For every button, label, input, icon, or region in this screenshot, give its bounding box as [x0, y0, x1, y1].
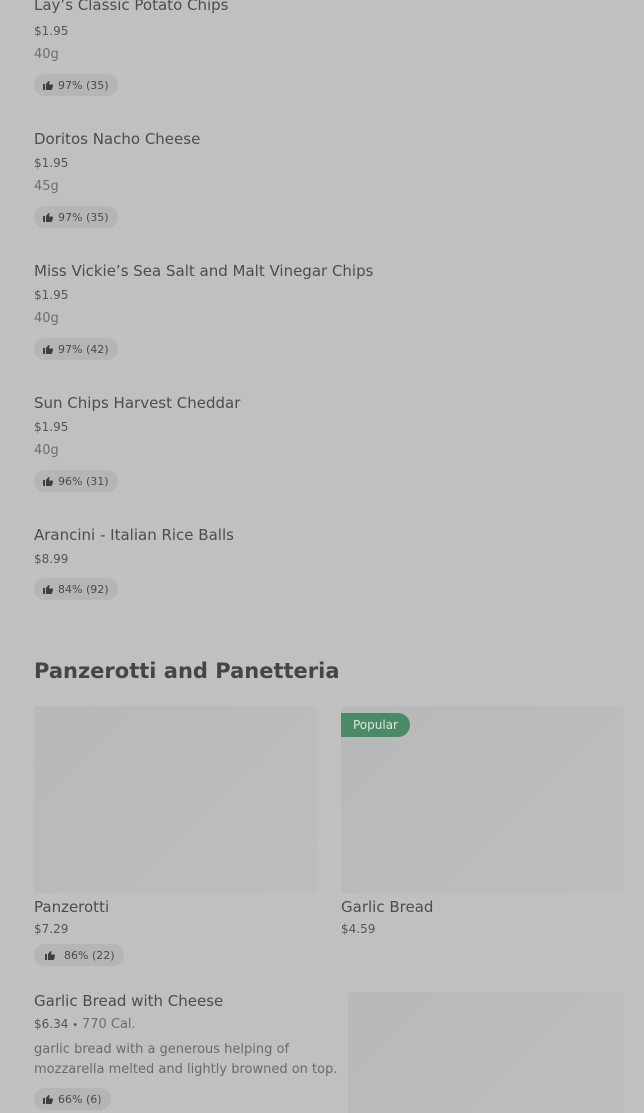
popular-badge: Popular: [341, 713, 410, 737]
rating-text: 66% (6): [58, 1092, 102, 1106]
item-price: $1.95: [34, 288, 69, 302]
rating-badge: 86% (22): [34, 944, 124, 966]
thumbs-up-icon: [43, 1095, 54, 1104]
item-name[interactable]: Arancini - Italian Rice Balls: [34, 526, 234, 544]
item-price: $1.95: [34, 156, 69, 170]
item-name[interactable]: Doritos Nacho Cheese: [34, 130, 200, 148]
thumbs-up-icon: [45, 951, 56, 960]
item-price: $1.95: [34, 420, 69, 434]
card-price: $4.59: [341, 922, 376, 936]
rating-badge: 97% (42): [34, 338, 118, 360]
rating-text: 97% (42): [58, 342, 109, 356]
item-name[interactable]: Miss Vickie’s Sea Salt and Malt Vinegar …: [34, 262, 373, 280]
item-price: $6.34: [34, 1017, 69, 1031]
item-weight: 40g: [34, 47, 59, 62]
item-weight: 40g: [34, 443, 59, 458]
rating-badge: 97% (35): [34, 206, 118, 228]
item-weight: 45g: [34, 179, 59, 194]
thumbs-up-icon: [43, 213, 54, 222]
rating-text: 97% (35): [58, 78, 109, 92]
item-weight: 40g: [34, 311, 59, 326]
card-name[interactable]: Garlic Bread: [341, 898, 433, 916]
section-title: Panzerotti and Panetteria: [34, 659, 340, 683]
item-description: garlic bread with a generous helping of …: [34, 1040, 338, 1080]
rating-text: 86% (22): [64, 948, 115, 962]
item-calories: 770 Cal.: [81, 1017, 136, 1032]
card-price: $7.29: [34, 922, 69, 936]
menu-item[interactable]: Lay’s Classic Potato Chips: [34, 0, 229, 14]
rating-text: 97% (35): [58, 210, 109, 224]
rating-badge: 66% (6): [34, 1088, 111, 1110]
card-image[interactable]: [34, 706, 317, 893]
rating-text: 96% (31): [58, 474, 109, 488]
rating-badge: 84% (92): [34, 578, 118, 600]
description-line: mozzarella melted and lightly browned on…: [34, 1062, 338, 1077]
item-name[interactable]: Garlic Bread with Cheese: [34, 992, 223, 1010]
price-calories: $6.34 • 770 Cal.: [34, 1017, 136, 1032]
item-name[interactable]: Sun Chips Harvest Cheddar: [34, 394, 240, 412]
card-name[interactable]: Panzerotti: [34, 898, 109, 916]
item-price: $8.99: [34, 552, 69, 566]
item-image[interactable]: [348, 992, 624, 1113]
description-line: garlic bread with a generous helping of: [34, 1042, 290, 1057]
thumbs-up-icon: [43, 585, 54, 594]
thumbs-up-icon: [43, 477, 54, 486]
item-price: $1.95: [34, 24, 69, 38]
rating-badge: 97% (35): [34, 74, 118, 96]
separator: •: [72, 1020, 79, 1031]
item-name: Lay’s Classic Potato Chips: [34, 0, 229, 14]
rating-badge: 96% (31): [34, 470, 118, 492]
thumbs-up-icon: [43, 81, 54, 90]
thumbs-up-icon: [43, 345, 54, 354]
rating-text: 84% (92): [58, 582, 109, 596]
